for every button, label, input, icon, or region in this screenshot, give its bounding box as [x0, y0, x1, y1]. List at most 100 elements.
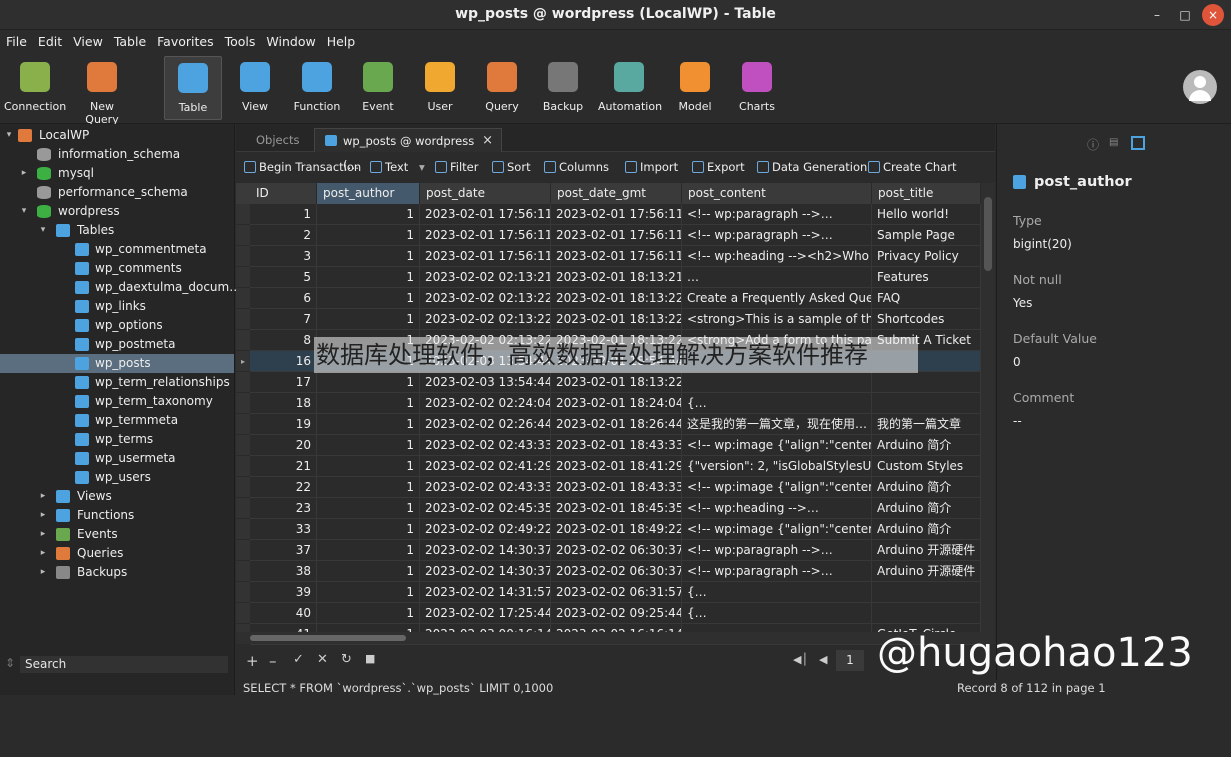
row-header[interactable] [236, 456, 250, 477]
col-post-title-header[interactable]: post_title [872, 183, 981, 204]
text-dropdown-icon[interactable]: ▾ [419, 160, 425, 174]
col-post-date-cell[interactable]: 2023-02-02 02:49:22 [420, 519, 551, 540]
tree-table-wp-links[interactable]: wp_links [0, 297, 234, 316]
col-id-cell[interactable]: 6 [250, 288, 317, 309]
grid-view-icon[interactable] [1131, 136, 1145, 150]
col-post-content-cell[interactable]: Create a Frequently Asked Que… [682, 288, 872, 309]
charts-button[interactable]: Charts [732, 56, 782, 120]
col-post-date-gmt-cell[interactable]: 2023-02-01 17:56:11 [551, 225, 682, 246]
tree-tables-folder[interactable]: ▾ Tables [0, 221, 234, 240]
menu-table[interactable]: Table [108, 30, 151, 49]
tree-table-wp-terms[interactable]: wp_terms [0, 430, 234, 449]
col-post-content-cell[interactable]: <!-- wp:heading -->… [682, 498, 872, 519]
col-post-title-cell[interactable]: Arduino 开源硬件 [872, 561, 981, 582]
col-post-title-cell[interactable]: Features [872, 267, 981, 288]
col-post-date-gmt-cell[interactable]: 2023-02-01 18:41:29 [551, 456, 682, 477]
col-post-author-cell[interactable]: 1 [317, 603, 420, 624]
menu-favorites[interactable]: Favorites [151, 30, 218, 49]
col-post-date-cell[interactable]: 2023-02-02 02:45:35 [420, 498, 551, 519]
table-row[interactable]: 17 1 2023-02-03 13:54:44 2023-02-01 18:13:2… [236, 372, 981, 393]
table-row[interactable]: 5 1 2023-02-02 02:13:21 2023-02-01 18:13:21… [236, 267, 981, 288]
expand-arrow-icon[interactable]: ▸ [38, 506, 48, 525]
expand-arrow-icon[interactable]: ▾ [19, 202, 29, 221]
grid-corner[interactable] [236, 183, 250, 204]
col-post-date-cell[interactable]: 2023-02-03 13:54:44 [420, 372, 551, 393]
col-post-date-cell[interactable]: 2023-02-02 02:43:33 [420, 435, 551, 456]
col-post-date-cell[interactable]: 2023-02-02 14:31:57 [420, 582, 551, 603]
col-post-author-cell[interactable]: 1 [317, 498, 420, 519]
col-id-cell[interactable]: 17 [250, 372, 317, 393]
export-button[interactable]: Export [692, 160, 745, 174]
ddl-icon[interactable]: ▤ [1109, 137, 1118, 148]
col-id-cell[interactable]: 8 [250, 330, 317, 351]
col-post-date-cell[interactable]: 2023-02-02 02:43:33 [420, 477, 551, 498]
tree-table-wp-posts[interactable]: wp_posts [0, 354, 234, 373]
row-header[interactable] [236, 267, 250, 288]
discard-changes-icon[interactable]: ✕ [317, 652, 328, 667]
menu-window[interactable]: Window [260, 30, 320, 49]
tree-schema-performance-schema[interactable]: performance_schema [0, 183, 234, 202]
tree-connection-localwp[interactable]: ▾ LocalWP [0, 126, 234, 145]
col-post-date-cell[interactable]: 2023-02-02 14:30:37 [420, 540, 551, 561]
col-post-title-cell[interactable]: Hello world! [872, 204, 981, 225]
minimize-button[interactable]: – [1146, 4, 1168, 26]
col-post-date-gmt-cell[interactable]: 2023-02-01 18:26:44 [551, 414, 682, 435]
text-button[interactable]: Text [370, 160, 408, 174]
col-post-title-cell[interactable]: FAQ [872, 288, 981, 309]
row-header[interactable] [236, 603, 250, 624]
col-post-date-gmt-cell[interactable]: 2023-02-02 09:25:44 [551, 603, 682, 624]
menu-tools[interactable]: Tools [219, 30, 261, 49]
query-button[interactable]: Query [476, 56, 528, 120]
col-post-date-gmt-cell[interactable]: 2023-02-02 06:30:37 [551, 540, 682, 561]
table-button[interactable]: Table [164, 56, 222, 120]
col-id-cell[interactable]: 40 [250, 603, 317, 624]
col-post-content-cell[interactable]: <!-- wp:image {"align":"center"… [682, 519, 872, 540]
expand-arrow-icon[interactable]: ▸ [38, 563, 48, 582]
col-post-content-cell[interactable]: <!-- wp:heading --><h2>Who w… [682, 246, 872, 267]
col-post-content-cell[interactable]: {"version": 2, "isGlobalStylesU… [682, 456, 872, 477]
tree-table-wp-termmeta[interactable]: wp_termmeta [0, 411, 234, 430]
col-post-title-cell[interactable] [872, 582, 981, 603]
row-header[interactable] [236, 309, 250, 330]
col-post-date-cell[interactable]: 2023-02-02 14:30:37 [420, 561, 551, 582]
col-post-author-cell[interactable]: 1 [317, 225, 420, 246]
col-post-content-cell[interactable]: 这是我的第一篇文章，现在使用… [682, 414, 872, 435]
col-id-cell[interactable]: 20 [250, 435, 317, 456]
table-row[interactable]: 21 1 2023-02-02 02:41:29 2023-02-01 18:41:2… [236, 456, 981, 477]
col-post-date-gmt-cell[interactable]: 2023-02-01 18:43:33 [551, 477, 682, 498]
avatar[interactable] [1183, 70, 1217, 104]
col-post-author-header[interactable]: post_author [317, 183, 420, 204]
tree-group-backups[interactable]: ▸ Backups [0, 563, 234, 582]
info-icon[interactable]: ⓘ [1087, 136, 1099, 153]
begin-transaction-button[interactable]: Begin Transaction [244, 160, 361, 174]
col-post-title-cell[interactable]: Arduino 开源硬件 [872, 540, 981, 561]
table-row[interactable]: 3 1 2023-02-01 17:56:11 2023-02-01 17:56:11… [236, 246, 981, 267]
col-id-cell[interactable]: 22 [250, 477, 317, 498]
function-button[interactable]: Function [288, 56, 346, 120]
col-post-date-gmt-cell[interactable]: 2023-02-01 18:13:22 [551, 288, 682, 309]
col-id-cell[interactable]: 3 [250, 246, 317, 267]
tree-table-wp-term-taxonomy[interactable]: wp_term_taxonomy [0, 392, 234, 411]
col-post-content-cell[interactable] [682, 372, 872, 393]
tree-schema-information-schema[interactable]: information_schema [0, 145, 234, 164]
sort-button[interactable]: Sort [492, 160, 531, 174]
table-row[interactable]: 39 1 2023-02-02 14:31:57 2023-02-02 06:31:5… [236, 582, 981, 603]
delete-record-icon[interactable]: – [269, 652, 277, 670]
row-header[interactable] [236, 204, 250, 225]
col-id-cell[interactable]: 2 [250, 225, 317, 246]
col-id-cell[interactable]: 7 [250, 309, 317, 330]
row-header[interactable] [236, 498, 250, 519]
row-header[interactable] [236, 288, 250, 309]
col-id-cell[interactable]: 16 [250, 351, 317, 372]
table-row[interactable]: 6 1 2023-02-02 02:13:22 2023-02-01 18:13:22… [236, 288, 981, 309]
col-post-title-cell[interactable] [872, 393, 981, 414]
tree-group-functions[interactable]: ▸ Functions [0, 506, 234, 525]
row-header[interactable] [236, 330, 250, 351]
vertical-scrollbar[interactable] [981, 183, 995, 633]
first-page-icon[interactable]: ◀│ [793, 653, 808, 666]
table-row[interactable]: 1 1 2023-02-01 17:56:11 2023-02-01 17:56:11… [236, 204, 981, 225]
apply-changes-icon[interactable]: ✓ [293, 652, 304, 667]
col-post-date-gmt-cell[interactable]: 2023-02-01 18:13:22 [551, 372, 682, 393]
col-post-title-cell[interactable]: Custom Styles [872, 456, 981, 477]
row-header[interactable] [236, 519, 250, 540]
